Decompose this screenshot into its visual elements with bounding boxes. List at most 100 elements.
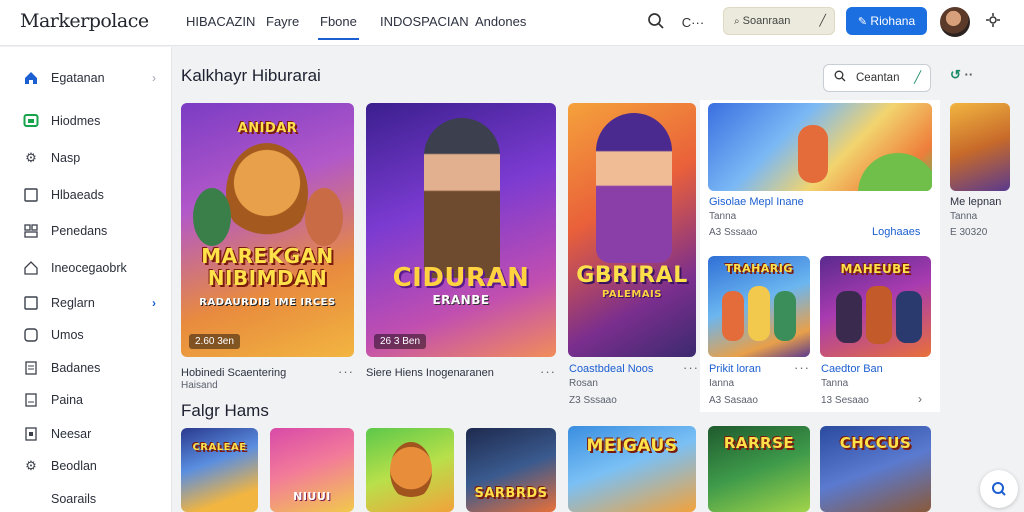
card-title[interactable]: Prikit loran xyxy=(709,363,761,375)
sidebar-item-neesar[interactable]: Neesar xyxy=(22,423,162,445)
card-price: A3 Sssaao xyxy=(709,227,758,238)
search-box-label: Soanraan xyxy=(742,15,791,27)
art-title-main: NIUUI xyxy=(293,490,331,503)
top-search-box[interactable]: ⌕ Soanraan ╱ xyxy=(723,7,835,35)
top-bar: Markerpolace HIBACAZIN Fayre Fbone INDOS… xyxy=(0,0,1024,46)
gear-icon: ⚙ xyxy=(25,150,37,165)
character-figure xyxy=(798,125,828,183)
square-icon xyxy=(22,326,40,344)
tab-fayre[interactable]: Fayre xyxy=(266,14,299,29)
tab-hibacazin[interactable]: HIBACAZIN xyxy=(186,14,255,29)
art-title-main: MAREKGAN NIBIMDAN xyxy=(201,244,334,290)
primary-button-label: Riohana xyxy=(870,14,916,28)
character-figure xyxy=(390,442,432,500)
card-title[interactable]: Gisolae Mepl Inane xyxy=(709,196,804,208)
featured-card-3[interactable]: GBRIRAL PALEMAIS xyxy=(568,103,696,357)
sidebar-item-hlbaeads[interactable]: Hlbaeads xyxy=(22,184,162,206)
card-subtitle: Tanna xyxy=(821,378,849,389)
art-title-main: MAHEUBE xyxy=(840,262,911,276)
art-title-main: RARRSE xyxy=(723,434,795,452)
game-card-small[interactable] xyxy=(950,103,1010,191)
bottom-game-card-7[interactable]: CHCCUS xyxy=(820,426,931,512)
chevron-right-icon[interactable]: › xyxy=(918,392,923,406)
card-subtitle: Rosan xyxy=(569,378,598,389)
more-icon[interactable]: ··· xyxy=(683,360,699,375)
tab-andones[interactable]: Andones xyxy=(475,14,526,29)
bottom-game-card-4[interactable]: SARBRDS xyxy=(466,428,556,512)
sidebar: Egatanan › Hiodmes ⚙ Nasp Hlbaeads Pened… xyxy=(0,47,172,512)
card-action-link[interactable]: Loghaaes xyxy=(872,226,920,238)
card-title[interactable]: Caedtor Ban xyxy=(821,363,883,375)
doc-icon xyxy=(22,359,40,377)
avatar[interactable] xyxy=(940,7,970,37)
card-subtitle: Haisand xyxy=(181,380,218,391)
more-icon[interactable]: ··· xyxy=(540,364,556,379)
chat-fab-button[interactable] xyxy=(980,470,1018,508)
character-figure xyxy=(896,291,922,343)
game-card-wide[interactable] xyxy=(708,103,932,191)
art-title-main: CIDURAN xyxy=(392,263,530,293)
search-icon[interactable] xyxy=(645,12,667,34)
doc-icon xyxy=(22,391,40,409)
card-title[interactable]: Me lepnan xyxy=(950,196,1001,208)
tab-fbone[interactable]: Fbone xyxy=(318,14,359,40)
game-card-4[interactable]: MAHEUBE xyxy=(820,256,931,357)
sidebar-item-label: Badanes xyxy=(51,361,101,375)
sidebar-item-egatanan[interactable]: Egatanan › xyxy=(22,67,162,89)
sidebar-item-label: Egatanan xyxy=(51,71,105,85)
sidebar-item-label: Penedans xyxy=(51,224,108,238)
art-title-main: SARBRDS xyxy=(474,486,548,501)
bottom-game-card-2[interactable]: NIUUI xyxy=(270,428,354,512)
app-logo[interactable]: Markerpolace xyxy=(20,10,149,32)
more-options-icon[interactable]: ↺ ·· xyxy=(950,67,973,83)
house-icon xyxy=(22,259,40,277)
chevron-right-icon: › xyxy=(152,71,156,85)
sidebar-item-label: Reglarn xyxy=(51,296,95,310)
section-title-popular: Falgr Hams xyxy=(181,401,269,420)
sidebar-item-penedans[interactable]: Penedans xyxy=(22,220,162,242)
card-title[interactable]: Siere Hiens Inogenaranen xyxy=(366,367,494,379)
card-title[interactable]: Hobinedi Scaentering xyxy=(181,367,286,379)
bottom-game-card-1[interactable]: CRALEAE xyxy=(181,428,258,512)
character-figure xyxy=(226,143,308,243)
sidebar-item-umos[interactable]: Umos xyxy=(22,324,162,346)
home-icon xyxy=(22,69,40,87)
price-tag: 2.60 3en xyxy=(189,334,240,349)
sidebar-item-soarails[interactable]: Soarails xyxy=(22,488,162,510)
sidebar-item-beodlan[interactable]: ⚙ Beodlan xyxy=(22,455,162,477)
more-menu[interactable]: C··· xyxy=(678,12,708,34)
art-title-top: ANIDAR xyxy=(237,121,298,136)
sidebar-item-label: Nasp xyxy=(51,151,81,165)
sidebar-item-paina[interactable]: Paina xyxy=(22,389,162,411)
card-title[interactable]: Coastbdeal Noos xyxy=(569,363,653,375)
chevron-right-icon: › xyxy=(152,296,156,310)
tab-indospacian[interactable]: INDOSPACIAN xyxy=(380,14,469,29)
bottom-game-card-3[interactable] xyxy=(366,428,454,512)
sidebar-item-label: Umos xyxy=(51,328,84,342)
featured-card-1[interactable]: ANIDAR MAREKGAN NIBIMDAN RADAURDIB IME I… xyxy=(181,103,354,357)
square-icon xyxy=(22,294,40,312)
art-subtitle: PALEMAIS xyxy=(602,289,662,300)
sidebar-item-label: Beodlan xyxy=(51,459,97,473)
character-figure xyxy=(193,188,231,246)
sidebar-item-hiodmes[interactable]: Hiodmes xyxy=(22,110,162,132)
more-icon[interactable]: ··· xyxy=(338,364,354,379)
sidebar-item-badanes[interactable]: Badanes xyxy=(22,357,162,379)
sidebar-item-nasp[interactable]: ⚙ Nasp xyxy=(22,147,162,169)
filter-button[interactable]: Ceantan ╱ xyxy=(823,64,931,92)
square-icon xyxy=(22,186,40,204)
settings-icon[interactable] xyxy=(982,12,1004,34)
featured-card-2[interactable]: CIDURAN ERANBE 26 3 Ben xyxy=(366,103,556,357)
more-icon[interactable]: ··· xyxy=(794,360,810,375)
sidebar-item-label: Ineocegaobrk xyxy=(51,261,127,275)
bottom-game-card-5[interactable]: MEIGAUS xyxy=(568,426,696,512)
bottom-game-card-6[interactable]: RARRSE xyxy=(708,426,810,512)
slash-icon: ╱ xyxy=(819,15,826,27)
game-card-3[interactable]: TRAHARIG xyxy=(708,256,810,357)
card-subtitle: Tanna xyxy=(709,211,737,222)
sidebar-item-reglarn[interactable]: Reglarn › xyxy=(22,292,162,314)
art-subtitle: RADAURDIB IME IRCES xyxy=(199,297,336,308)
primary-button[interactable]: ✎ Riohana xyxy=(846,7,927,35)
search-icon xyxy=(834,65,846,91)
sidebar-item-ineocegaobrk[interactable]: Ineocegaobrk xyxy=(22,257,162,279)
